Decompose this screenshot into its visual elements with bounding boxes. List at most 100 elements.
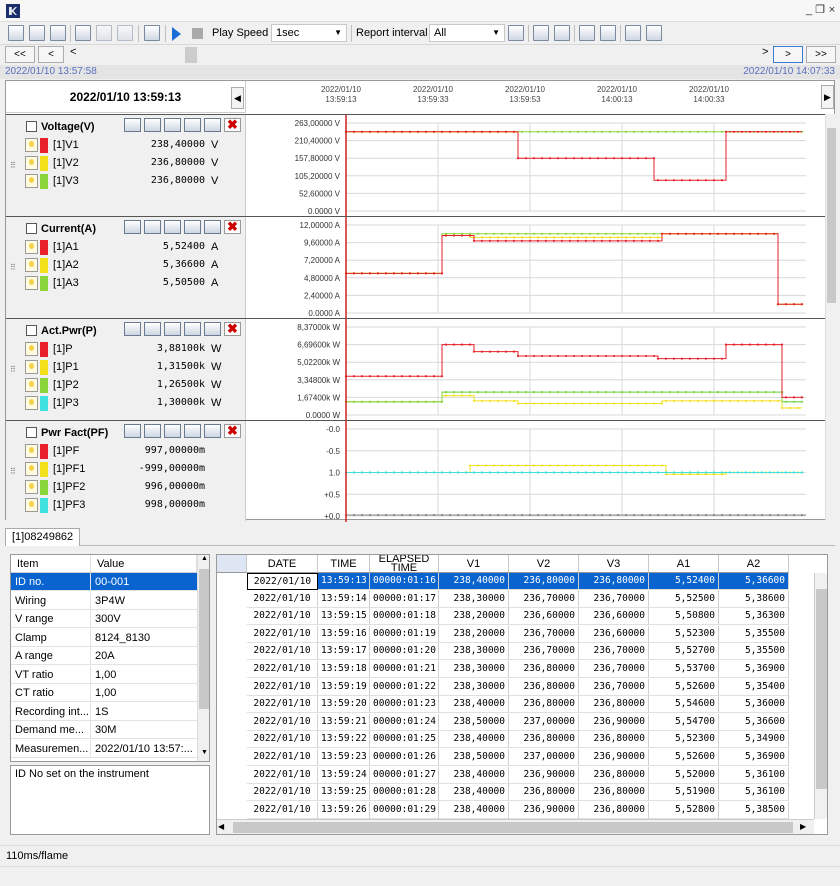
table-cell[interactable]: 5,52300 <box>649 625 719 643</box>
copy-icon[interactable] <box>96 25 112 41</box>
table-cell[interactable]: 236,70000 <box>579 678 649 696</box>
column-header[interactable]: A2 <box>719 555 789 573</box>
table-row[interactable]: 2022/01/10 13:59:16 00000:01:19 238,20000 23… <box>217 625 814 643</box>
info-row[interactable]: Demand me... 30M <box>11 721 197 739</box>
table-cell[interactable]: 236,60000 <box>509 608 579 626</box>
image-icon[interactable] <box>144 322 161 336</box>
table-cell[interactable]: 5,36600 <box>719 573 789 590</box>
table-cell[interactable]: 5,53700 <box>649 661 719 678</box>
table-cell[interactable]: 236,80000 <box>579 766 649 784</box>
table-row[interactable]: 2022/01/10 13:59:19 00000:01:22 238,30000 23… <box>217 678 814 696</box>
last-button[interactable]: >> <box>806 46 836 63</box>
legend-row[interactable]: [1]PF2 996,00000m <box>25 479 240 496</box>
scrollbar-thumb[interactable] <box>827 128 836 303</box>
table-cell[interactable]: 5,36300 <box>719 608 789 626</box>
table-cell[interactable]: 13:59:16 <box>318 625 370 643</box>
table-cell[interactable]: 5,35500 <box>719 625 789 643</box>
table-cell[interactable]: 00000:01:24 <box>370 713 439 731</box>
minimize-panel-icon[interactable] <box>164 424 181 438</box>
table-cell[interactable]: 238,20000 <box>439 608 509 626</box>
table-cell[interactable]: 13:59:22 <box>318 731 370 749</box>
table-cell[interactable]: 00000:01:28 <box>370 784 439 802</box>
graph-view-icon[interactable] <box>29 25 45 41</box>
table-cell[interactable]: 236,70000 <box>509 643 579 661</box>
table-cell[interactable]: 236,80000 <box>579 696 649 714</box>
table-cell[interactable]: 5,36100 <box>719 784 789 802</box>
table-cell[interactable]: 2022/01/10 <box>247 661 318 678</box>
table-row[interactable]: 2022/01/10 13:59:15 00000:01:18 238,20000 23… <box>217 608 814 626</box>
table-cell[interactable]: 238,40000 <box>439 766 509 784</box>
zoom-icon[interactable] <box>124 322 141 336</box>
table-cell[interactable]: 236,70000 <box>579 590 649 608</box>
table-cell[interactable]: 5,54600 <box>649 696 719 714</box>
column-header[interactable]: DATE <box>247 555 318 573</box>
table-cell[interactable]: 00000:01:16 <box>370 573 439 590</box>
table-cell[interactable]: 236,80000 <box>579 784 649 802</box>
zoom-icon[interactable] <box>124 424 141 438</box>
table-cell[interactable]: 2022/01/10 <box>247 784 318 802</box>
table-cell[interactable]: 236,80000 <box>579 573 649 590</box>
play-icon[interactable] <box>172 27 181 41</box>
table-cell[interactable]: 5,52800 <box>649 801 719 819</box>
lightbulb-icon[interactable] <box>25 276 38 290</box>
table-cell[interactable]: 236,80000 <box>509 573 579 590</box>
report-export-icon[interactable] <box>554 25 570 41</box>
table-cell[interactable]: 5,36600 <box>719 713 789 731</box>
table-cell[interactable]: 238,40000 <box>439 784 509 802</box>
table-cell[interactable]: 238,40000 <box>439 696 509 714</box>
panel-checkbox[interactable] <box>26 427 37 438</box>
table-cell[interactable]: 5,35500 <box>719 643 789 661</box>
lightbulb-icon[interactable] <box>25 156 38 170</box>
table-cell[interactable]: 00000:01:18 <box>370 608 439 626</box>
table-cell[interactable]: 238,30000 <box>439 643 509 661</box>
table-cell[interactable]: 13:59:20 <box>318 696 370 714</box>
copy-panel-icon[interactable] <box>184 220 201 234</box>
table-horizontal-scrollbar[interactable]: ◀ ▶ <box>217 819 814 834</box>
table-row[interactable]: 2022/01/10 13:59:17 00000:01:20 238,30000 23… <box>217 643 814 661</box>
close-panel-icon[interactable]: ✖ <box>224 322 241 336</box>
settings-icon[interactable] <box>75 25 91 41</box>
time-scroll-left-button[interactable]: ◀ <box>231 87 244 109</box>
play-speed-select[interactable]: 1sec ▼ <box>271 24 347 42</box>
info-row[interactable]: V range 300V <box>11 610 197 628</box>
fit-screen-icon[interactable] <box>144 25 160 41</box>
info-row[interactable]: CT ratio 1,00 <box>11 684 197 702</box>
lightbulb-icon[interactable] <box>25 138 38 152</box>
first-button[interactable]: << <box>5 46 35 63</box>
table-cell[interactable]: 5,36100 <box>719 766 789 784</box>
table-cell[interactable]: 13:59:18 <box>318 661 370 678</box>
table-row[interactable]: 2022/01/10 13:59:18 00000:01:21 238,30000 23… <box>217 661 814 678</box>
minimize-button[interactable]: _ <box>804 4 814 16</box>
report-interval-select[interactable]: All ▼ <box>429 24 505 42</box>
legend-row[interactable]: [1]A3 5,50500 A <box>25 275 240 292</box>
table-cell[interactable]: 5,52500 <box>649 590 719 608</box>
minimize-panel-icon[interactable] <box>164 220 181 234</box>
drag-grip-icon[interactable]: ⠿ <box>10 467 18 476</box>
table-row[interactable]: 2022/01/10 13:59:20 00000:01:23 238,40000 23… <box>217 696 814 714</box>
table-corner[interactable] <box>217 555 247 573</box>
zoom-icon[interactable] <box>124 220 141 234</box>
table-row[interactable]: 2022/01/10 13:59:24 00000:01:27 238,40000 23… <box>217 766 814 784</box>
table-cell[interactable]: 2022/01/10 <box>247 766 318 784</box>
column-header[interactable]: TIME <box>318 555 370 573</box>
table-cell[interactable]: 236,90000 <box>579 749 649 766</box>
table-cell[interactable]: 13:59:13 <box>318 573 370 590</box>
legend-row[interactable]: [1]V2 236,80000 V <box>25 155 240 172</box>
window-icon[interactable] <box>204 322 221 336</box>
drag-grip-icon[interactable]: ⠿ <box>10 162 18 170</box>
table-cell[interactable]: 236,90000 <box>579 713 649 731</box>
scroll-left-arrow[interactable]: < <box>70 46 76 58</box>
table-cell[interactable]: 13:59:21 <box>318 713 370 731</box>
table-cell[interactable]: 237,00000 <box>509 749 579 766</box>
lightbulb-icon[interactable] <box>25 444 38 458</box>
table-cell[interactable]: 2022/01/10 <box>247 573 318 590</box>
table-cell[interactable]: 238,30000 <box>439 590 509 608</box>
copy-panel-icon[interactable] <box>184 118 201 132</box>
drag-grip-icon[interactable]: ⠿ <box>10 366 18 374</box>
table-cell[interactable]: 236,80000 <box>579 801 649 819</box>
lightbulb-icon[interactable] <box>25 396 38 410</box>
table-cell[interactable]: 238,40000 <box>439 801 509 819</box>
close-panel-icon[interactable]: ✖ <box>224 118 241 132</box>
table-cell[interactable]: 238,50000 <box>439 749 509 766</box>
table-cell[interactable]: 00000:01:20 <box>370 643 439 661</box>
